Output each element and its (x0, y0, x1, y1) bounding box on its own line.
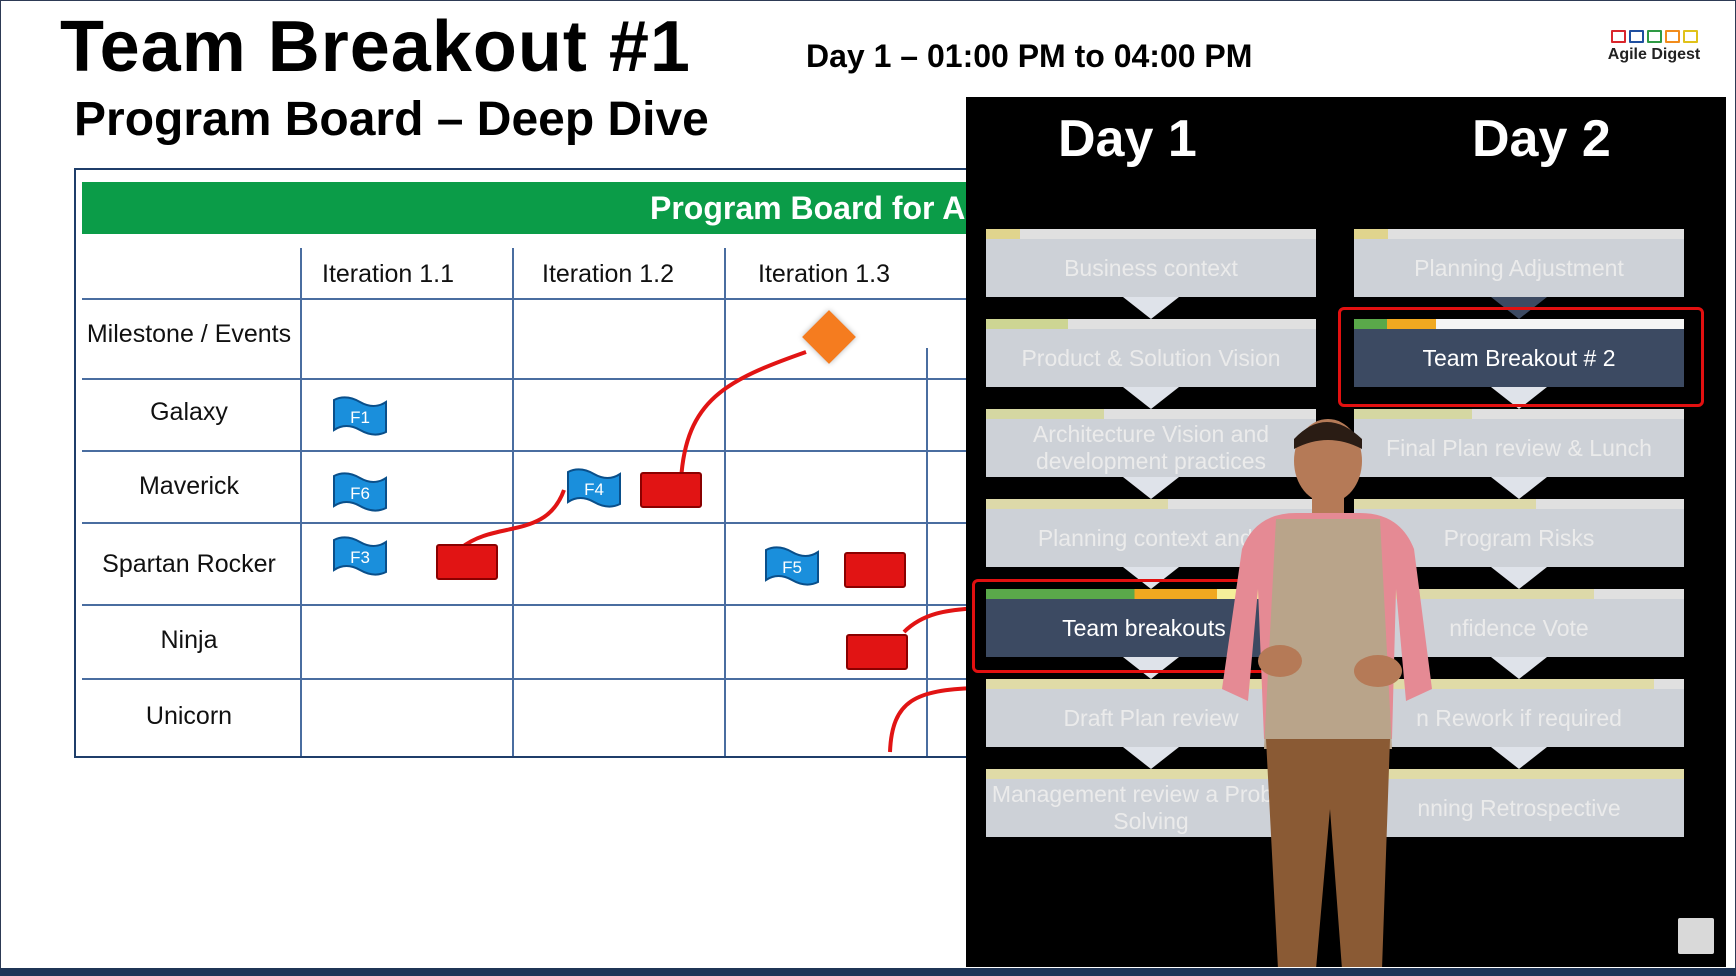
dependency-card (844, 552, 906, 588)
logo-box-icon (1682, 30, 1698, 43)
feature-label: F5 (782, 558, 802, 577)
logo-box-icon (1628, 30, 1644, 43)
logo-box-icon (1664, 30, 1680, 43)
video-logo-icon (1678, 918, 1714, 954)
feature-flag-f5: F5 (764, 546, 820, 588)
logo-name: Agile Digest (1607, 46, 1701, 63)
program-board: Program Board for AR Iteration 1.1 Itera… (74, 168, 976, 758)
feature-flag-f3: F3 (332, 536, 388, 578)
arrow-down-icon (1123, 387, 1179, 409)
day2-title: Day 2 (1472, 110, 1611, 168)
arrow-down-icon (1491, 567, 1547, 589)
arrow-down-icon (1123, 747, 1179, 769)
presenter-figure (1222, 419, 1432, 967)
feature-flag-f6: F6 (332, 472, 388, 514)
agenda-day1-step: Business context (986, 229, 1316, 297)
agenda-day2-step: Planning Adjustment (1354, 229, 1684, 297)
dependency-card (846, 634, 908, 670)
feature-label: F1 (350, 408, 370, 427)
dependency-lines (459, 350, 976, 753)
bottom-border (0, 968, 1736, 976)
agenda-panel: Day 1 Day 2 Business context Product & S… (966, 97, 1726, 967)
slide-subtitle: Program Board – Deep Dive (74, 93, 709, 146)
agile-digest-logo: Agile Digest (1594, 30, 1714, 64)
feature-label: F3 (350, 548, 370, 567)
feature-flag-f1: F1 (332, 396, 388, 438)
arrow-down-icon (1491, 477, 1547, 499)
day1-title: Day 1 (1058, 110, 1197, 168)
feature-flag-f4: F4 (566, 468, 622, 510)
agenda-day1-step: Product & Solution Vision (986, 319, 1316, 387)
arrow-down-icon (1491, 657, 1547, 679)
arrow-down-icon (1123, 297, 1179, 319)
dependency-card (436, 544, 498, 580)
arrow-down-icon (1491, 747, 1547, 769)
logo-box-icon (1646, 30, 1662, 43)
feature-label: F6 (350, 484, 370, 503)
arrow-down-icon (1123, 477, 1179, 499)
highlight-box (1338, 307, 1704, 407)
slide-title: Team Breakout #1 (60, 7, 691, 87)
logo-box-icon (1610, 30, 1626, 43)
slide-time: Day 1 – 01:00 PM to 04:00 PM (806, 38, 1253, 74)
feature-label: F4 (584, 480, 604, 499)
dependency-card (640, 472, 702, 508)
